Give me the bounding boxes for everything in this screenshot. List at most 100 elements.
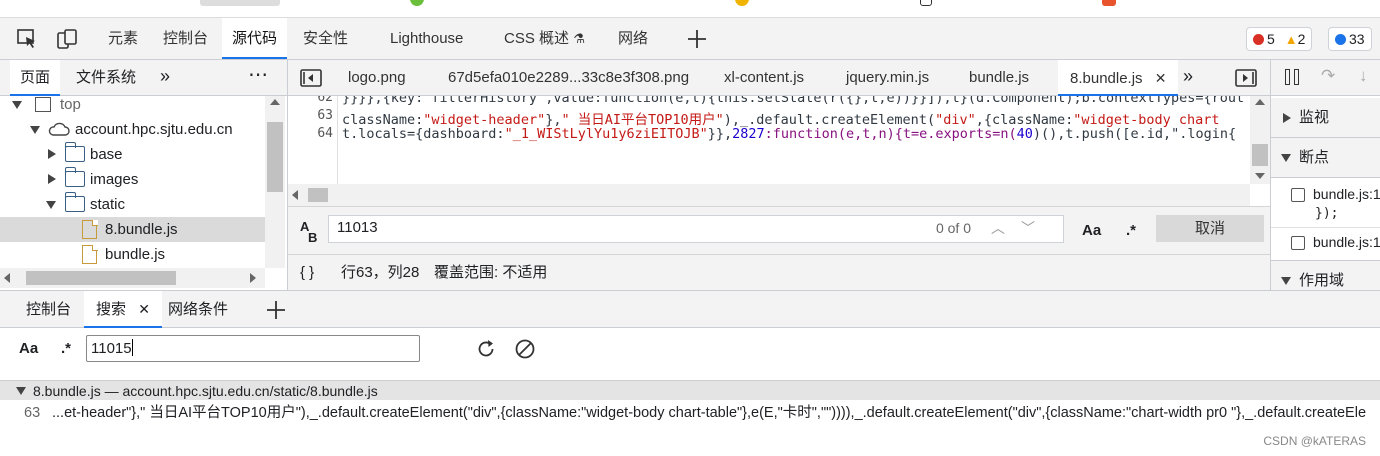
replace-toggle-icon[interactable]: AB <box>300 220 317 244</box>
pretty-print-braces-icon[interactable]: { } <box>300 255 314 291</box>
breakpoint-item[interactable]: bundle.js:1 }); <box>1271 184 1380 228</box>
tab-network[interactable]: 网络 <box>608 18 658 59</box>
tree-label: top <box>60 96 81 113</box>
watermark: CSDN @kATERAS <box>1263 434 1366 448</box>
line-number[interactable]: 64 <box>317 126 333 141</box>
scrollbar-thumb[interactable] <box>1252 144 1268 166</box>
scrollbar-thumb[interactable] <box>267 122 283 192</box>
breakpoint-checkbox[interactable] <box>1291 188 1305 202</box>
tree-item-static[interactable]: static <box>0 192 265 217</box>
tree-item-images[interactable]: images <box>0 167 265 192</box>
more-navigator-tabs-icon[interactable]: » <box>160 66 170 87</box>
editor-horizontal-scrollbar[interactable] <box>287 184 1250 206</box>
close-tab-icon[interactable]: ✕ <box>138 301 150 317</box>
breakpoint-checkbox[interactable] <box>1291 236 1305 250</box>
folder-icon <box>64 142 85 162</box>
issues-icon <box>1335 34 1346 45</box>
tree-item-top[interactable]: top <box>0 96 265 117</box>
result-line-text: ...et-header"}," 当日AI平台TOP10用户"),_.defau… <box>52 405 1367 421</box>
more-tabs-plus-icon[interactable] <box>686 28 708 50</box>
search-input[interactable]: 11015 <box>86 335 420 362</box>
code-text: }}}},{key:"filterHistory",value:function… <box>342 96 1245 106</box>
pause-icon[interactable] <box>1285 69 1290 85</box>
search-result-file-header[interactable]: 8.bundle.js — account.hpc.sjtu.edu.cn/st… <box>0 380 1380 400</box>
editor-tab-png-image[interactable]: 67d5efa010e2289...33c8e3f308.png <box>448 60 689 96</box>
result-line-number: 63 <box>24 405 41 421</box>
scroll-down-arrow-icon[interactable] <box>1255 173 1265 179</box>
editor-tab-8-bundle-js[interactable]: 8.bundle.js ✕ <box>1058 60 1179 96</box>
tree-item-8-bundle-js[interactable]: 8.bundle.js <box>0 217 265 242</box>
navigator-vertical-scrollbar[interactable] <box>265 96 285 268</box>
clear-icon[interactable] <box>514 338 536 360</box>
text-cursor <box>131 339 133 356</box>
scroll-right-arrow-icon[interactable] <box>250 273 256 283</box>
folder-icon <box>64 167 85 187</box>
match-case-toggle[interactable]: Aa <box>1082 222 1101 239</box>
editor-tab-logo-png[interactable]: logo.png <box>348 60 406 96</box>
errors-warnings-badge[interactable]: 5 ▲2 <box>1246 27 1313 51</box>
close-tab-icon[interactable]: ✕ <box>1155 70 1167 86</box>
toggle-debugger-icon[interactable] <box>1235 69 1257 87</box>
breakpoint-item[interactable]: bundle.js:1 <box>1271 232 1380 256</box>
tab-security[interactable]: 安全性 <box>293 18 358 59</box>
editor-vertical-scrollbar[interactable] <box>1250 96 1270 184</box>
toggle-navigator-icon[interactable] <box>300 69 322 87</box>
tree-item-bundle-js[interactable]: bundle.js <box>0 242 265 267</box>
search-result-line[interactable]: 63 ...et-header"}," 当日AI平台TOP10用户"),_.de… <box>0 402 1380 424</box>
scroll-left-arrow-icon[interactable] <box>4 273 10 283</box>
regex-toggle[interactable]: .* <box>61 340 71 357</box>
scroll-left-arrow-icon[interactable] <box>292 190 298 200</box>
more-editor-tabs-icon[interactable]: » <box>1183 66 1193 87</box>
drawer-tab-network-conditions[interactable]: 网络条件 <box>156 291 240 328</box>
code-editor[interactable]: 62 63 64 }}}},{key:"filterHistory",value… <box>287 96 1250 184</box>
navigator-horizontal-scrollbar[interactable] <box>0 268 265 288</box>
tab-console[interactable]: 控制台 <box>153 18 218 59</box>
tab-elements[interactable]: 元素 <box>98 18 148 59</box>
line-number[interactable]: 62 <box>317 96 333 105</box>
next-match-icon[interactable]: ﹀ <box>1021 218 1035 238</box>
tab-css-overview[interactable]: CSS 概述 ⚗ <box>494 18 595 59</box>
error-count: 5 <box>1267 31 1275 47</box>
scroll-up-arrow-icon[interactable] <box>1255 99 1265 105</box>
scope-section[interactable]: 作用域 <box>1271 260 1380 290</box>
add-drawer-tab-plus-icon[interactable] <box>265 299 287 321</box>
tree-label: account.hpc.sjtu.edu.cn <box>75 121 233 138</box>
drawer-tab-search[interactable]: 搜索 ✕ <box>84 291 162 328</box>
device-toolbar-icon[interactable] <box>56 28 78 50</box>
find-input[interactable]: 11013 0 of 0 ︿ ﹀ <box>328 215 1064 243</box>
watch-section[interactable]: 监视 <box>1271 98 1380 138</box>
code-text: t.locals={dashboard: <box>342 126 505 142</box>
editor-tab-bundle-js[interactable]: bundle.js <box>969 60 1029 96</box>
regex-toggle[interactable]: .* <box>1126 222 1136 239</box>
line-number[interactable]: 63 <box>317 108 333 123</box>
editor-tab-xl-content-js[interactable]: xl-content.js <box>724 60 804 96</box>
tree-item-domain[interactable]: account.hpc.sjtu.edu.cn <box>0 117 265 142</box>
issues-badge[interactable]: 33 <box>1328 27 1372 51</box>
tab-sources[interactable]: 源代码 <box>222 18 288 59</box>
cancel-find-button[interactable]: 取消 <box>1156 215 1264 242</box>
drawer-tab-label: 搜索 <box>96 301 127 318</box>
scroll-up-arrow-icon[interactable] <box>270 99 280 105</box>
scrollbar-thumb[interactable] <box>308 188 328 202</box>
error-icon <box>1253 34 1264 45</box>
collapsed-arrow-icon <box>48 174 56 184</box>
scrollbar-thumb[interactable] <box>26 271 176 285</box>
tab-page[interactable]: 页面 <box>10 60 61 96</box>
tree-item-base[interactable]: base <box>0 142 265 167</box>
tab-filesystem[interactable]: 文件系统 <box>66 60 146 96</box>
expanded-arrow-icon <box>12 101 22 109</box>
step-into-icon[interactable]: ↓ <box>1359 66 1368 86</box>
match-case-toggle[interactable]: Aa <box>19 340 38 357</box>
step-over-icon[interactable]: ↷ <box>1321 66 1335 86</box>
breakpoints-section[interactable]: 断点 <box>1271 138 1380 178</box>
inspect-element-icon[interactable] <box>16 28 38 50</box>
code-text: )(),t.push([e.id,".login{ <box>1032 126 1237 142</box>
refresh-icon[interactable] <box>475 338 497 360</box>
tree-label: static <box>90 196 126 213</box>
editor-tab-jquery-min-js[interactable]: jquery.min.js <box>846 60 929 96</box>
find-query: 11013 <box>337 219 378 236</box>
previous-match-icon[interactable]: ︿ <box>991 218 1005 238</box>
tab-lighthouse[interactable]: Lighthouse <box>380 18 473 59</box>
navigator-menu-icon[interactable]: ⋯ <box>248 62 269 87</box>
drawer-tab-console[interactable]: 控制台 <box>14 291 83 328</box>
